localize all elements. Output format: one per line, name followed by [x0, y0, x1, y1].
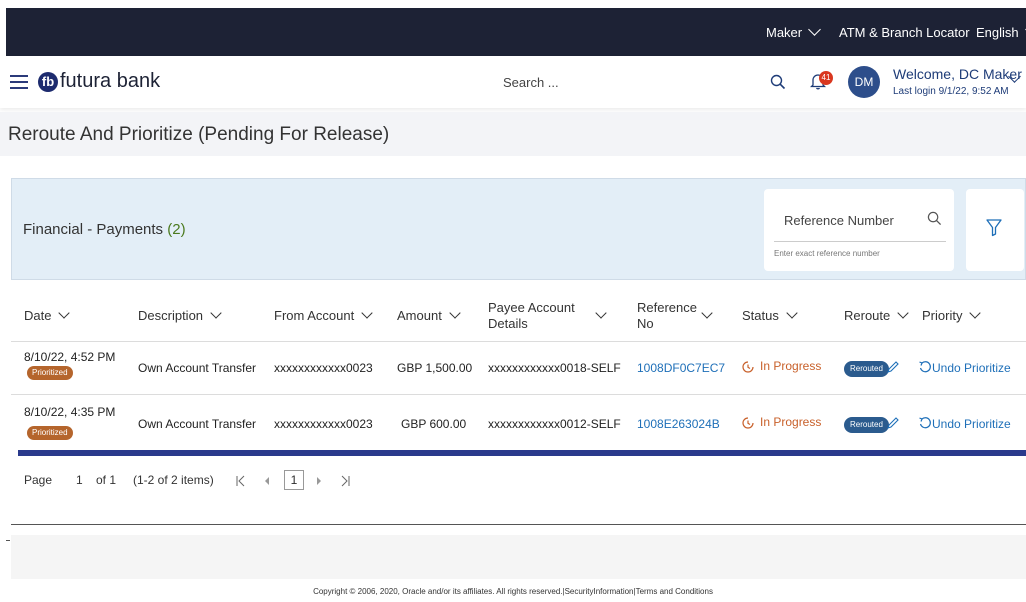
- row-amount: GBP 600.00: [401, 417, 467, 431]
- chevron-down-icon: [808, 23, 821, 36]
- chevron-down-icon: [897, 307, 909, 319]
- language-menu[interactable]: English: [976, 23, 1026, 40]
- row-from-account: xxxxxxxxxxxx0023: [274, 361, 373, 375]
- row-amount: GBP 1,500.00: [397, 361, 473, 375]
- app-header: fb futura bank Search ... 41 DM Welcome,…: [0, 56, 1026, 108]
- undo-icon[interactable]: [918, 416, 932, 430]
- column-header-amount[interactable]: Amount: [397, 307, 461, 324]
- clock-icon: [742, 361, 754, 373]
- rerouted-badge: Rerouted: [844, 417, 889, 433]
- row-reference-link[interactable]: 1008DF0C7EC7: [637, 361, 725, 375]
- input-underline: [774, 241, 946, 242]
- page-title: Reroute And Prioritize (Pending For Rele…: [8, 124, 390, 145]
- prioritized-badge: Prioritized: [27, 366, 73, 380]
- reference-number-input[interactable]: Reference Number: [784, 213, 894, 228]
- row-from-account: xxxxxxxxxxxx0023: [274, 417, 373, 431]
- page-number-box[interactable]: 1: [284, 470, 304, 490]
- last-login-text: Last login 9/1/22, 9:52 AM: [893, 86, 1009, 97]
- reference-search-box[interactable]: Reference Number Enter exact reference n…: [764, 189, 954, 271]
- reference-hint: Enter exact reference number: [774, 249, 880, 258]
- row-description: Own Account Transfer: [138, 361, 257, 375]
- search-icon[interactable]: [770, 74, 786, 90]
- column-header-payee[interactable]: Payee Account Details: [488, 300, 575, 332]
- column-header-priority[interactable]: Priority: [922, 307, 982, 324]
- undo-prioritize-link[interactable]: Undo Prioritize: [932, 361, 1011, 375]
- horizontal-scrollbar[interactable]: [18, 450, 1026, 456]
- pager-items: (1-2 of 2 items): [133, 473, 214, 487]
- edit-icon[interactable]: [886, 416, 900, 430]
- maker-label: Maker: [766, 25, 803, 40]
- atm-branch-locator-link[interactable]: ATM & Branch Locator: [839, 25, 970, 40]
- edit-icon[interactable]: [886, 360, 900, 374]
- content-divider: [11, 524, 1026, 525]
- chevron-down-icon: [58, 307, 71, 319]
- chevron-down-icon[interactable]: [595, 307, 607, 319]
- panel-title: Financial - Payments (2): [23, 221, 186, 238]
- maker-menu[interactable]: Maker: [766, 23, 821, 40]
- filter-panel: Financial - Payments (2) Reference Numbe…: [11, 178, 1026, 280]
- filter-button[interactable]: [966, 189, 1024, 271]
- row-date: 8/10/22, 4:52 PM: [24, 350, 116, 364]
- column-header-status[interactable]: Status: [742, 307, 798, 324]
- row-reference-link[interactable]: 1008E263024B: [637, 417, 720, 431]
- row-payee: xxxxxxxxxxxx0012-SELF: [488, 417, 621, 431]
- page-title-bar: Reroute And Prioritize (Pending For Rele…: [0, 112, 1026, 156]
- chevron-down-icon: [786, 307, 798, 319]
- undo-icon[interactable]: [918, 360, 932, 374]
- previous-page-icon[interactable]: [264, 477, 270, 485]
- next-page-icon[interactable]: [316, 477, 322, 485]
- row-description: Own Account Transfer: [138, 417, 257, 431]
- avatar[interactable]: DM: [848, 66, 880, 98]
- chevron-down-icon[interactable]: [701, 307, 713, 319]
- language-label: English: [976, 25, 1019, 40]
- column-header-date[interactable]: Date: [24, 307, 71, 324]
- header-divider: [11, 341, 1026, 342]
- prioritized-badge: Prioritized: [27, 426, 73, 440]
- chevron-down-icon: [210, 307, 222, 319]
- menu-icon[interactable]: [10, 75, 28, 89]
- row-date: 8/10/22, 4:35 PM: [24, 405, 116, 419]
- panel-count: (2): [167, 221, 186, 238]
- clock-icon: [742, 417, 754, 429]
- column-header-reroute[interactable]: Reroute: [844, 307, 909, 324]
- chevron-down-icon: [969, 307, 982, 319]
- copyright-text: Copyright © 2006, 2020, Oracle and/or it…: [313, 587, 713, 596]
- panel-title-text: Financial - Payments: [23, 221, 164, 238]
- bank-logo-text: futura bank: [60, 70, 161, 92]
- row-status: In Progress: [760, 359, 822, 373]
- undo-prioritize-link[interactable]: Undo Prioritize: [932, 417, 1011, 431]
- first-page-icon[interactable]: [236, 475, 246, 487]
- row-divider: [11, 394, 1026, 395]
- column-header-from-account[interactable]: From Account: [274, 307, 373, 324]
- rerouted-badge: Rerouted: [844, 361, 889, 377]
- divider-mark: [6, 540, 10, 541]
- search-input[interactable]: Search ...: [503, 75, 559, 90]
- logo-icon: fb: [38, 72, 58, 92]
- chevron-down-icon: [449, 307, 461, 319]
- column-header-description[interactable]: Description: [138, 307, 222, 324]
- column-header-reference[interactable]: Reference No: [637, 300, 697, 332]
- welcome-text[interactable]: Welcome, DC Maker: [893, 66, 1022, 82]
- pager-current-page: 1: [76, 473, 83, 487]
- notification-badge[interactable]: 41: [819, 71, 833, 85]
- row-status: In Progress: [760, 415, 822, 429]
- footer-band: [11, 535, 1026, 579]
- filter-icon: [986, 219, 1002, 237]
- chevron-down-icon: [361, 307, 373, 319]
- pager-of-total: of 1: [96, 473, 117, 487]
- last-page-icon[interactable]: [340, 475, 350, 487]
- pager-page-label: Page: [24, 473, 53, 487]
- row-payee: xxxxxxxxxxxx0018-SELF: [488, 361, 621, 375]
- search-icon[interactable]: [927, 211, 942, 226]
- top-bar: Maker ATM & Branch Locator English: [6, 8, 1026, 56]
